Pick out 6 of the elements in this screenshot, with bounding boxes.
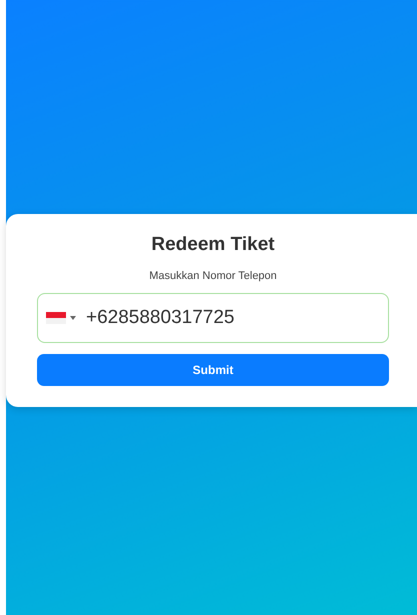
submit-button[interactable]: Submit <box>37 354 389 386</box>
flag-icon[interactable] <box>46 312 66 324</box>
card-title: Redeem Tiket <box>151 234 275 256</box>
phone-field[interactable]: +6285880317725 <box>37 293 389 343</box>
caret-icon[interactable] <box>70 316 76 320</box>
field-label: Masukkan Nomor Telepon <box>149 270 277 282</box>
